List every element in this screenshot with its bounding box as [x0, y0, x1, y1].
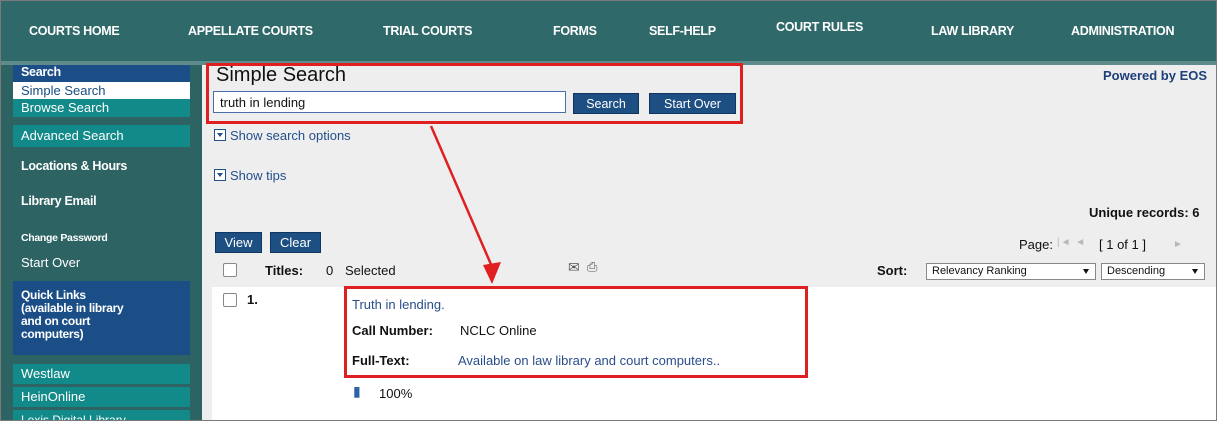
- sidebar-item-library-email[interactable]: Library Email: [13, 191, 190, 211]
- first-page-icon[interactable]: |◄: [1057, 237, 1072, 248]
- record-checkbox[interactable]: [223, 293, 237, 307]
- view-button[interactable]: View: [215, 232, 262, 253]
- sidebar-item-advanced-search[interactable]: Advanced Search: [13, 125, 190, 147]
- expand-icon: [214, 129, 226, 141]
- selected-count: 0: [326, 263, 334, 278]
- sidebar-item-heinonline[interactable]: HeinOnline: [13, 387, 190, 407]
- top-navigation: COURTS HOME APPELLATE COURTS TRIAL COURT…: [1, 1, 1216, 65]
- sidebar-item-lexis[interactable]: Lexis Digital Library: [13, 410, 190, 420]
- selected-label: Selected: [345, 263, 396, 278]
- sidebar-item-start-over[interactable]: Start Over: [13, 253, 190, 273]
- show-tips-toggle[interactable]: Show tips: [214, 167, 286, 183]
- nav-law-library[interactable]: LAW LIBRARY: [931, 1, 1014, 61]
- unique-records-count: Unique records: 6: [1089, 205, 1200, 220]
- powered-by-link[interactable]: Powered by EOS: [1103, 68, 1207, 83]
- relevance-icon: ▮: [353, 383, 361, 399]
- print-icon[interactable]: ⎙: [587, 259, 597, 275]
- select-all-checkbox[interactable]: [223, 263, 237, 277]
- relevance-score: 100%: [379, 386, 413, 401]
- sidebar-item-browse-search[interactable]: Browse Search: [13, 99, 190, 117]
- search-highlight-box: [206, 63, 743, 124]
- prev-page-icon[interactable]: ◄: [1075, 237, 1086, 248]
- next-page-icon[interactable]: ►: [1173, 239, 1183, 250]
- sidebar-item-change-password[interactable]: Change Password: [13, 229, 190, 247]
- nav-administration[interactable]: ADMINISTRATION: [1071, 1, 1175, 61]
- sidebar-item-simple-search[interactable]: Simple Search: [13, 82, 190, 99]
- sidebar-item-locations[interactable]: Locations & Hours: [13, 156, 190, 176]
- clear-button[interactable]: Clear: [270, 232, 321, 253]
- sidebar-item-westlaw[interactable]: Westlaw: [13, 364, 190, 384]
- sort-label: Sort:: [877, 263, 908, 278]
- first-last-page-icons: |◄ ◄: [1057, 237, 1086, 248]
- titles-label: Titles:: [265, 263, 304, 278]
- dropdown-arrow-icon: [1083, 269, 1089, 274]
- nav-appellate-courts[interactable]: APPELLATE COURTS: [188, 1, 313, 61]
- email-icon[interactable]: ✉: [568, 259, 580, 276]
- page-indicator: [ 1 of 1 ]: [1099, 237, 1146, 252]
- dropdown-arrow-icon: [1192, 269, 1198, 274]
- show-search-options-toggle[interactable]: Show search options: [214, 127, 351, 143]
- expand-icon: [214, 169, 226, 181]
- nav-self-help[interactable]: SELF-HELP: [649, 1, 716, 61]
- page-frame: COURTS HOME APPELLATE COURTS TRIAL COURT…: [0, 0, 1217, 421]
- nav-forms[interactable]: FORMS: [553, 1, 597, 61]
- sidebar-quick-links: Quick Links (available in library and on…: [13, 281, 190, 355]
- nav-court-rules[interactable]: COURT RULES: [776, 1, 863, 53]
- sidebar-search-header: Search: [13, 65, 190, 82]
- sort-select[interactable]: Relevancy Ranking: [926, 263, 1096, 280]
- record-number: 1.: [247, 292, 258, 307]
- nav-trial-courts[interactable]: TRIAL COURTS: [383, 1, 473, 61]
- record-highlight-box: [344, 286, 808, 378]
- order-select[interactable]: Descending: [1101, 263, 1205, 280]
- page-label: Page:: [1019, 237, 1053, 252]
- nav-courts-home[interactable]: COURTS HOME: [29, 1, 120, 61]
